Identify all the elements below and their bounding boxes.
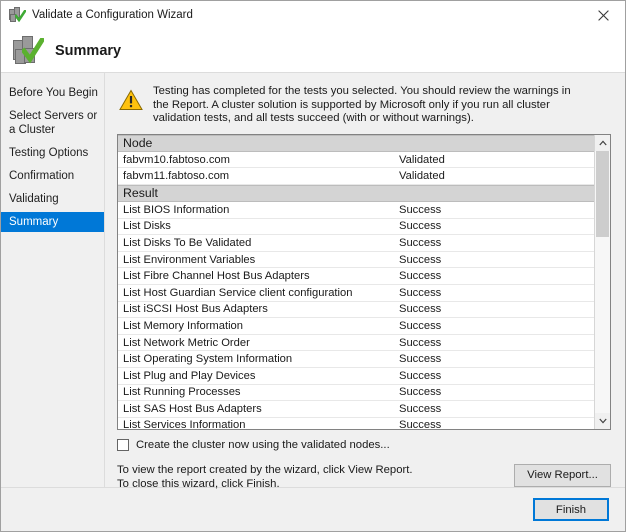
results-row-status: Success xyxy=(399,254,594,266)
results-list-rows: Nodefabvm10.fabtoso.comValidatedfabvm11.… xyxy=(118,135,594,429)
results-row-name: List Network Metric Order xyxy=(123,337,399,349)
cluster-validated-icon xyxy=(13,36,43,66)
warning-message: Testing has completed for the tests you … xyxy=(153,85,583,126)
results-section-header: Node xyxy=(118,135,594,152)
results-row-status: Success xyxy=(399,270,594,282)
create-cluster-label: Create the cluster now using the validat… xyxy=(136,439,390,451)
results-row-status: Success xyxy=(399,419,594,428)
sidebar-item-summary[interactable]: Summary xyxy=(1,212,104,232)
view-report-button[interactable]: View Report... xyxy=(514,464,611,487)
results-row-status: Success xyxy=(399,403,594,415)
create-cluster-row[interactable]: Create the cluster now using the validat… xyxy=(117,439,611,451)
finish-button[interactable]: Finish xyxy=(533,498,609,521)
results-row-status: Success xyxy=(399,220,594,232)
results-row-status: Success xyxy=(399,320,594,332)
results-row-name: List Services Information xyxy=(123,419,399,428)
results-row[interactable]: List Network Metric OrderSuccess xyxy=(118,335,594,352)
results-row[interactable]: List BIOS InformationSuccess xyxy=(118,202,594,219)
page-header: Summary xyxy=(1,29,625,73)
instructions-line-1: To view the report created by the wizard… xyxy=(117,463,413,478)
results-row-status: Success xyxy=(399,370,594,382)
results-row[interactable]: List Plug and Play DevicesSuccess xyxy=(118,368,594,385)
results-row[interactable]: fabvm11.fabtoso.comValidated xyxy=(118,168,594,185)
instructions-text: To view the report created by the wizard… xyxy=(117,463,413,492)
close-icon[interactable] xyxy=(581,1,625,29)
results-row[interactable]: List Memory InformationSuccess xyxy=(118,318,594,335)
results-row-name: List Running Processes xyxy=(123,386,399,398)
instructions-row: To view the report created by the wizard… xyxy=(117,463,611,492)
post-list-area: Create the cluster now using the validat… xyxy=(117,430,611,492)
wizard-window: Validate a Configuration Wizard Summary … xyxy=(0,0,626,532)
page-title: Summary xyxy=(55,43,121,59)
content-pane: Testing has completed for the tests you … xyxy=(105,73,625,487)
sidebar-item-validating[interactable]: Validating xyxy=(1,189,104,209)
results-row[interactable]: List DisksSuccess xyxy=(118,219,594,236)
results-row-name: fabvm10.fabtoso.com xyxy=(123,154,399,166)
cluster-icon xyxy=(9,7,25,23)
chevron-up-icon[interactable] xyxy=(595,135,610,151)
chevron-down-icon[interactable] xyxy=(595,413,610,429)
results-row-status: Validated xyxy=(399,170,594,182)
scrollbar-thumb[interactable] xyxy=(596,151,609,237)
results-row-name: List SAS Host Bus Adapters xyxy=(123,403,399,415)
create-cluster-checkbox[interactable] xyxy=(117,439,129,451)
results-row-status: Validated xyxy=(399,154,594,166)
results-list: Nodefabvm10.fabtoso.comValidatedfabvm11.… xyxy=(117,134,611,430)
results-row[interactable]: List Running ProcessesSuccess xyxy=(118,385,594,402)
results-row-status: Success xyxy=(399,303,594,315)
results-row-name: List Plug and Play Devices xyxy=(123,370,399,382)
window-body: Before You Begin Select Servers or a Clu… xyxy=(1,73,625,487)
results-row[interactable]: List Host Guardian Service client config… xyxy=(118,285,594,302)
results-row[interactable]: List Disks To Be ValidatedSuccess xyxy=(118,235,594,252)
warning-triangle-icon xyxy=(119,89,143,111)
sidebar-item-before-you-begin[interactable]: Before You Begin xyxy=(1,83,104,103)
wizard-steps-sidebar: Before You Begin Select Servers or a Clu… xyxy=(1,73,105,487)
results-row-name: fabvm11.fabtoso.com xyxy=(123,170,399,182)
results-scrollbar[interactable] xyxy=(594,135,610,429)
window-title: Validate a Configuration Wizard xyxy=(32,9,193,21)
results-row-name: Node xyxy=(123,136,399,150)
sidebar-item-testing-options[interactable]: Testing Options xyxy=(1,143,104,163)
bottom-bar: Finish xyxy=(1,487,625,531)
results-row-name: List Host Guardian Service client config… xyxy=(123,287,399,299)
warning-banner: Testing has completed for the tests you … xyxy=(117,81,611,134)
results-row-name: Result xyxy=(123,186,399,200)
results-row-status: Success xyxy=(399,386,594,398)
results-row[interactable]: fabvm10.fabtoso.comValidated xyxy=(118,152,594,169)
instructions-line-2: To close this wizard, click Finish. xyxy=(117,477,413,492)
results-row[interactable]: List Services InformationSuccess xyxy=(118,418,594,429)
results-row-name: List BIOS Information xyxy=(123,204,399,216)
results-row-name: List iSCSI Host Bus Adapters xyxy=(123,303,399,315)
results-row-name: List Memory Information xyxy=(123,320,399,332)
results-row-status: Success xyxy=(399,204,594,216)
results-row-name: List Disks xyxy=(123,220,399,232)
results-row[interactable]: List SAS Host Bus AdaptersSuccess xyxy=(118,401,594,418)
results-row-status: Success xyxy=(399,237,594,249)
scrollbar-track[interactable] xyxy=(595,151,610,413)
sidebar-item-confirmation[interactable]: Confirmation xyxy=(1,166,104,186)
results-row-status: Success xyxy=(399,287,594,299)
results-section-header: Result xyxy=(118,185,594,202)
results-row[interactable]: List Fibre Channel Host Bus AdaptersSucc… xyxy=(118,268,594,285)
results-row-name: List Operating System Information xyxy=(123,353,399,365)
sidebar-item-select-servers[interactable]: Select Servers or a Cluster xyxy=(1,106,104,140)
results-row-status: Success xyxy=(399,337,594,349)
results-row-name: List Environment Variables xyxy=(123,254,399,266)
title-bar: Validate a Configuration Wizard xyxy=(1,1,625,29)
results-row-name: List Disks To Be Validated xyxy=(123,237,399,249)
results-row-name: List Fibre Channel Host Bus Adapters xyxy=(123,270,399,282)
results-row[interactable]: List iSCSI Host Bus AdaptersSuccess xyxy=(118,302,594,319)
results-row-status: Success xyxy=(399,353,594,365)
results-row[interactable]: List Environment VariablesSuccess xyxy=(118,252,594,269)
results-row[interactable]: List Operating System InformationSuccess xyxy=(118,351,594,368)
